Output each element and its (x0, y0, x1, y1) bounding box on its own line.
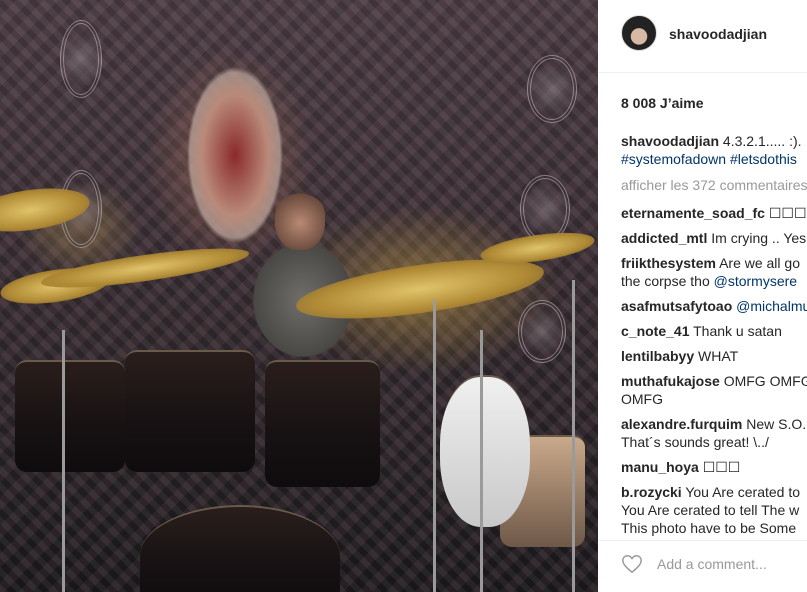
white-drum (440, 375, 530, 527)
comment-username[interactable]: alexandre.furquim (621, 416, 742, 432)
comment-text: Are we all go (719, 255, 800, 271)
comment-text: ☐☐☐ (702, 459, 741, 475)
avatar[interactable] (621, 15, 657, 51)
comment-username[interactable]: eternamente_soad_fc (621, 205, 765, 221)
rug-medallion (527, 55, 577, 123)
comment-username[interactable]: muthafukajose (621, 373, 720, 389)
rug-medallion (518, 300, 566, 363)
comment-text: WHAT (698, 348, 739, 364)
likes-count[interactable]: 8 008 J’aime (621, 95, 704, 111)
comment-mention[interactable]: @stormysere (714, 273, 797, 289)
caption-text: 4.3.2.1..... :). (722, 133, 802, 149)
post-header: shavoodadjian (598, 0, 807, 73)
view-all-comments-link[interactable]: afficher les 372 commentaires (621, 176, 807, 194)
comment-text: ☐☐☐ (768, 205, 807, 221)
comment-text-continued: You Are cerated to tell The w (621, 502, 800, 518)
comment-item: friikthesystem Are we all go the corpse … (621, 254, 807, 290)
comment-item: c_note_41 Thank u satan (621, 322, 807, 340)
bass-drum (140, 505, 340, 592)
comment-text-continued: OMFG (621, 391, 663, 407)
side-drum (15, 360, 125, 472)
post-username[interactable]: shavoodadjian (669, 26, 767, 42)
comment-item: b.rozycki You Are cerated to You Are cer… (621, 483, 807, 537)
drummer-head (275, 190, 325, 250)
comment-text: New S.O. (746, 416, 807, 432)
cymbal-stand (572, 280, 575, 592)
cymbal-stand (62, 330, 65, 592)
comment-item: eternamente_soad_fc ☐☐☐ (621, 204, 807, 222)
add-comment-input[interactable]: Add a comment... (657, 556, 767, 572)
comment-text: OMFG OMFG (723, 373, 807, 389)
comment-item: addicted_mtl Im crying .. Yes (621, 229, 807, 247)
comment-list: shavoodadjian 4.3.2.1..... :). #systemof… (621, 132, 807, 544)
comment-text: Thank u satan (693, 323, 782, 339)
comment-username[interactable]: asafmutsafytoao (621, 298, 732, 314)
comment-username[interactable]: c_note_41 (621, 323, 689, 339)
comment-footer: Add a comment... (598, 540, 807, 592)
cymbal-stand (433, 300, 436, 592)
comment-item: lentilbabyy WHAT (621, 347, 807, 365)
post-sidebar: shavoodadjian 8 008 J’aime shavoodadjian… (598, 0, 807, 592)
post-photo[interactable] (0, 0, 598, 592)
comment-item: manu_hoya ☐☐☐ (621, 458, 807, 476)
cymbal-stand (480, 330, 483, 592)
caption-hashtags[interactable]: #systemofadown #letsdothis (621, 150, 807, 168)
comment-item: alexandre.furquim New S.O. That´s sounds… (621, 415, 807, 451)
comment-username[interactable]: lentilbabyy (621, 348, 694, 364)
caption-username[interactable]: shavoodadjian (621, 133, 719, 149)
comment-text-continued: the corpse tho (621, 273, 710, 289)
comment-username[interactable]: b.rozycki (621, 484, 682, 500)
comment-text: Im crying .. Yes (711, 230, 807, 246)
comment-item: muthafukajose OMFG OMFG OMFG (621, 372, 807, 408)
comment-text-continued: This photo have to be Some (621, 520, 797, 536)
comment-username[interactable]: manu_hoya (621, 459, 699, 475)
comment-text: You Are cerated to (685, 484, 801, 500)
comment-text-continued: That´s sounds great! \../ (621, 434, 769, 450)
rug-medallion (60, 20, 102, 98)
tom-drum (125, 350, 255, 472)
heart-icon[interactable] (621, 553, 643, 575)
snare-drum (265, 360, 380, 487)
comment-item: asafmutsafytoao @michalmu (621, 297, 807, 315)
comment-mention[interactable]: @michalmu (736, 298, 807, 314)
comment-username[interactable]: addicted_mtl (621, 230, 707, 246)
comment-username[interactable]: friikthesystem (621, 255, 716, 271)
caption: shavoodadjian 4.3.2.1..... :). #systemof… (621, 132, 807, 168)
